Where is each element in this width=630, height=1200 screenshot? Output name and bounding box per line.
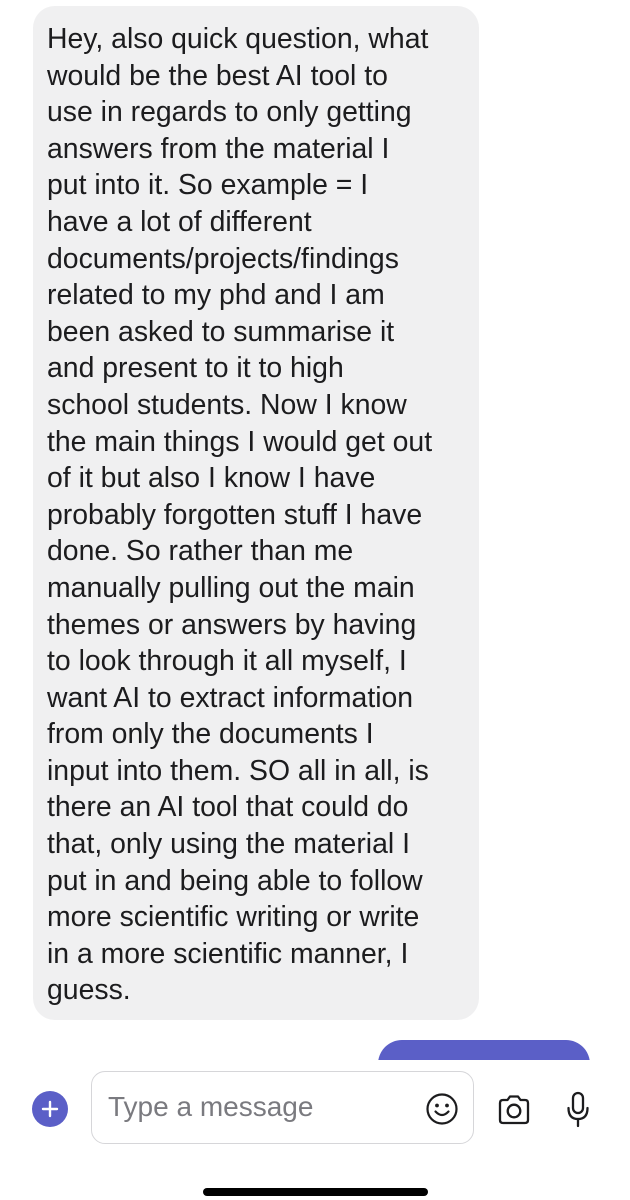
home-indicator[interactable] (203, 1188, 428, 1196)
emoji-button[interactable] (425, 1092, 459, 1126)
chat-screen: Hey, also quick question, what would be … (0, 0, 630, 1200)
camera-icon (498, 1095, 530, 1125)
plus-icon (41, 1100, 59, 1118)
message-input-box[interactable] (91, 1071, 474, 1144)
outgoing-message-bubble[interactable] (378, 1040, 590, 1060)
incoming-message-bubble[interactable]: Hey, also quick question, what would be … (33, 6, 479, 1020)
incoming-message-text: Hey, also quick question, what would be … (47, 23, 433, 1007)
camera-button[interactable] (496, 1093, 532, 1127)
smiley-icon (426, 1093, 458, 1125)
microphone-icon (567, 1091, 589, 1128)
add-attachment-button[interactable] (32, 1091, 68, 1127)
message-input[interactable] (108, 1072, 408, 1142)
message-list[interactable]: Hey, also quick question, what would be … (0, 0, 630, 1060)
microphone-button[interactable] (565, 1090, 591, 1130)
